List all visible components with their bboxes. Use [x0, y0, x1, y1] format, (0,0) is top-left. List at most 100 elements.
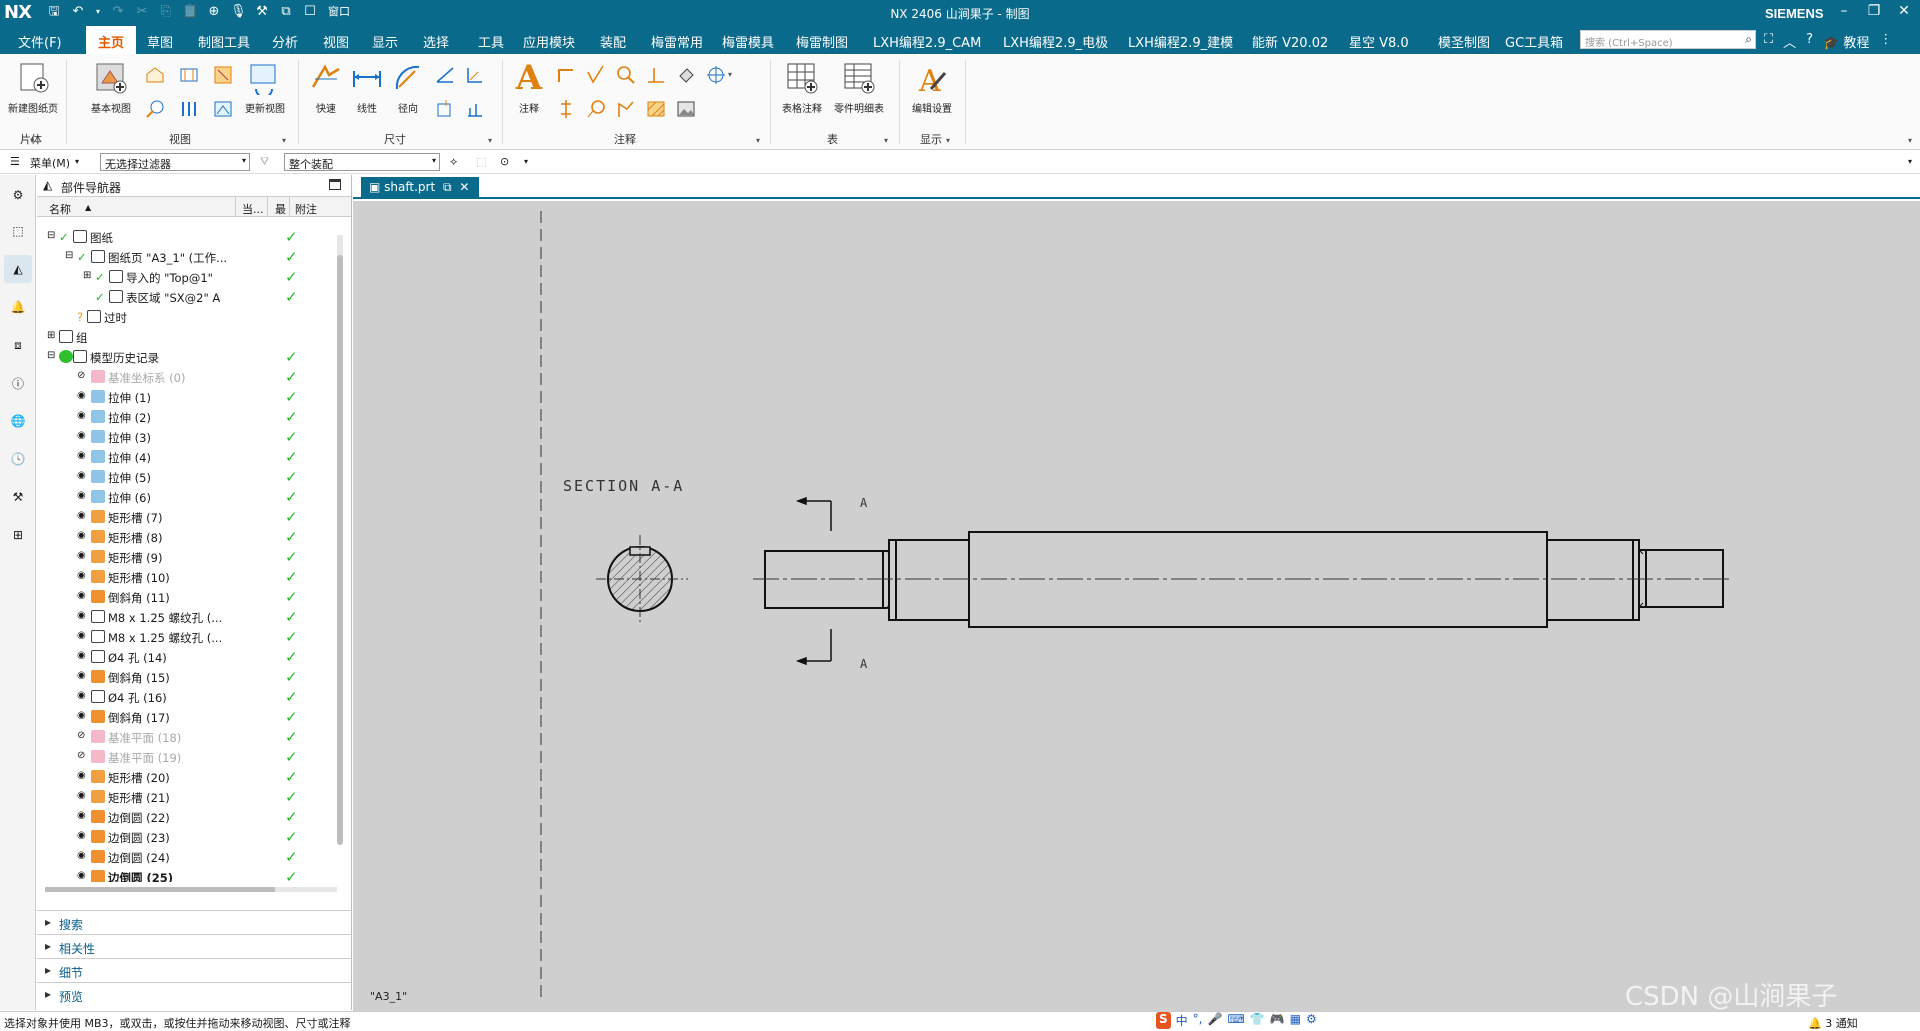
ribbon-options-icon[interactable]: ⋮ [1879, 32, 1892, 51]
visibility-eye-icon[interactable]: ◉ [77, 590, 86, 601]
parts-list-button[interactable]: 零件明细表 [830, 54, 888, 115]
id-symbol-icon[interactable] [553, 96, 579, 122]
reuse-library-icon[interactable]: ⧈ [4, 331, 32, 359]
close-icon[interactable]: ✕ [1896, 3, 1912, 19]
notification-bell-icon[interactable]: 🔔 [4, 293, 32, 321]
notifications-button[interactable]: 🔔 3 通知 [1808, 1015, 1858, 1031]
tab-shaft-prt[interactable]: ▣ shaft.prt ⧉ ✕ [361, 177, 480, 199]
surface-finish-icon[interactable] [583, 62, 609, 88]
angular-dimension-icon[interactable] [432, 62, 458, 88]
menu-item[interactable]: 文件(F) [18, 32, 62, 51]
base-view-button[interactable]: 基本视图 [86, 54, 136, 115]
tree-row[interactable]: ◉ 边倒圆 (23) ✓ [45, 827, 335, 847]
menu-item[interactable]: 视图 [323, 32, 349, 51]
visibility-eye-icon[interactable]: ◉ [77, 490, 86, 501]
visibility-eye-icon[interactable]: ◉ [77, 650, 86, 661]
collapse-ribbon-icon[interactable]: ︿ [1783, 32, 1796, 51]
checkbox-check-icon[interactable]: ✓ [95, 290, 105, 304]
visibility-eye-icon[interactable]: ◉ [77, 570, 86, 581]
visibility-eye-icon[interactable]: ◉ [77, 850, 86, 861]
section-view[interactable] [596, 535, 688, 625]
visibility-eye-icon[interactable]: ◉ [77, 390, 86, 401]
help-icon[interactable]: ? [1806, 32, 1813, 51]
visibility-eye-icon[interactable]: ◉ [77, 510, 86, 521]
collapse-icon[interactable]: ⊟ [65, 250, 73, 261]
note-button[interactable]: A 注释 [504, 54, 554, 115]
tree-row[interactable]: ⊘ 基准平面 (18) ✓ [45, 727, 335, 747]
fill-icon[interactable] [673, 62, 699, 88]
tree-row[interactable]: ◉ 倒斜角 (11) ✓ [45, 587, 335, 607]
search-icon[interactable]: ⌕ [1745, 32, 1752, 47]
tree-row[interactable]: ◉ 矩形槽 (21) ✓ [45, 787, 335, 807]
menu-item[interactable]: LXH编程2.9_建模 [1128, 32, 1233, 51]
assembly-scope-select[interactable]: 整个装配 ▾ [284, 153, 440, 171]
hatch-icon[interactable] [643, 96, 669, 122]
visibility-eye-icon[interactable]: ◉ [77, 430, 86, 441]
visibility-eye-icon[interactable]: ◉ [77, 710, 86, 721]
image-icon[interactable] [673, 96, 699, 122]
menu-item[interactable]: 主页 [86, 26, 137, 54]
menu-item[interactable]: 梅雷模具 [722, 32, 774, 51]
settings-icon[interactable]: ⚙ [4, 181, 32, 209]
restore-icon[interactable]: ❐ [1866, 3, 1882, 19]
info-icon[interactable]: ⓘ [4, 369, 32, 397]
tree-row[interactable]: ◉ 矩形槽 (20) ✓ [45, 767, 335, 787]
visibility-eye-icon[interactable]: ◉ [77, 610, 86, 621]
tree-row[interactable]: ◉ 拉伸 (1) ✓ [45, 387, 335, 407]
select-all-icon[interactable]: ⬚ [476, 155, 486, 168]
tree-row[interactable]: ◉ 拉伸 (3) ✓ [45, 427, 335, 447]
history-icon[interactable]: 🕓 [4, 445, 32, 473]
navigator-horizontal-scrollbar[interactable] [45, 887, 337, 892]
tree-row[interactable]: ◉ 倒斜角 (15) ✓ [45, 667, 335, 687]
visibility-eye-icon[interactable]: ◉ [77, 470, 86, 481]
expand-icon[interactable]: ⊞ [47, 330, 55, 341]
break-view-icon[interactable] [142, 96, 168, 122]
minimize-icon[interactable]: – [1836, 3, 1852, 19]
ordinate-dimension-icon[interactable] [462, 96, 488, 122]
section-search[interactable]: 搜索 [37, 910, 352, 934]
tree-row[interactable]: ◉ 拉伸 (4) ✓ [45, 447, 335, 467]
menu-item[interactable]: 装配 [600, 32, 626, 51]
ime-toolbox-icon[interactable]: ▦ [1290, 1012, 1301, 1029]
expand-icon[interactable]: ⊞ [83, 270, 91, 281]
datum-target-icon[interactable] [643, 62, 669, 88]
hamburger-icon[interactable]: ☰ [10, 155, 20, 168]
chevron-down-icon[interactable]: ▾ [1908, 157, 1912, 166]
ime-chinese-mode[interactable]: 中 [1176, 1012, 1188, 1029]
tree-row[interactable]: ◉ 拉伸 (2) ✓ [45, 407, 335, 427]
hidden-eye-icon[interactable]: ⊘ [77, 750, 85, 761]
menu-item[interactable]: 工具 [478, 32, 504, 51]
menu-item[interactable]: 应用模块 [523, 32, 575, 51]
tree-row[interactable]: ◉ M8 x 1.25 螺纹孔 (... ✓ [45, 607, 335, 627]
visibility-eye-icon[interactable]: ◉ [77, 630, 86, 641]
select-feature-icon[interactable]: ⟡ [450, 155, 457, 169]
column-comment[interactable]: 附注 [295, 201, 317, 217]
tree-row[interactable]: ◉ Ø4 孔 (14) ✓ [45, 647, 335, 667]
tree-row[interactable]: ◉ 矩形槽 (7) ✓ [45, 507, 335, 527]
visibility-eye-icon[interactable]: ◉ [77, 690, 86, 701]
layout-icon[interactable]: ⊞ [4, 521, 32, 549]
assembly-navigator-icon[interactable]: ⬚ [4, 217, 32, 245]
update-view-button[interactable]: 更新视图 [240, 54, 290, 115]
projected-view-icon[interactable] [142, 62, 168, 88]
tree-row[interactable]: ◉ 边倒圆 (25) ✓ [45, 867, 335, 882]
tree-row[interactable]: ⊞ ✓ 导入的 "Top@1" ✓ [45, 267, 335, 287]
chevron-down-icon[interactable]: ▾ [75, 157, 79, 166]
visibility-eye-icon[interactable]: ◉ [77, 410, 86, 421]
visibility-eye-icon[interactable]: ◉ [77, 670, 86, 681]
tree-row[interactable]: ◉ M8 x 1.25 螺纹孔 (... ✓ [45, 627, 335, 647]
menu-item[interactable]: LXH编程2.9_电极 [1003, 32, 1108, 51]
menu-item[interactable]: GC工具箱 [1505, 32, 1563, 51]
center-mark-icon[interactable] [703, 62, 729, 88]
section-details[interactable]: 细节 [37, 958, 352, 982]
tree-row[interactable]: ◉ 矩形槽 (9) ✓ [45, 547, 335, 567]
web-browser-icon[interactable]: 🌐 [4, 407, 32, 435]
thickness-dimension-icon[interactable] [432, 96, 458, 122]
tree-row[interactable]: ⊟ ✓ 图纸页 "A3_1" (工作... ✓ [45, 247, 335, 267]
zoom-region-icon[interactable] [613, 62, 639, 88]
snap-point-icon[interactable]: ⊙ [500, 155, 509, 168]
visibility-eye-icon[interactable]: ◉ [77, 830, 86, 841]
chevron-down-icon[interactable]: ▾ [524, 157, 528, 166]
view-break-icon[interactable] [176, 96, 202, 122]
radial-dimension-button[interactable]: 径向 [383, 54, 433, 115]
